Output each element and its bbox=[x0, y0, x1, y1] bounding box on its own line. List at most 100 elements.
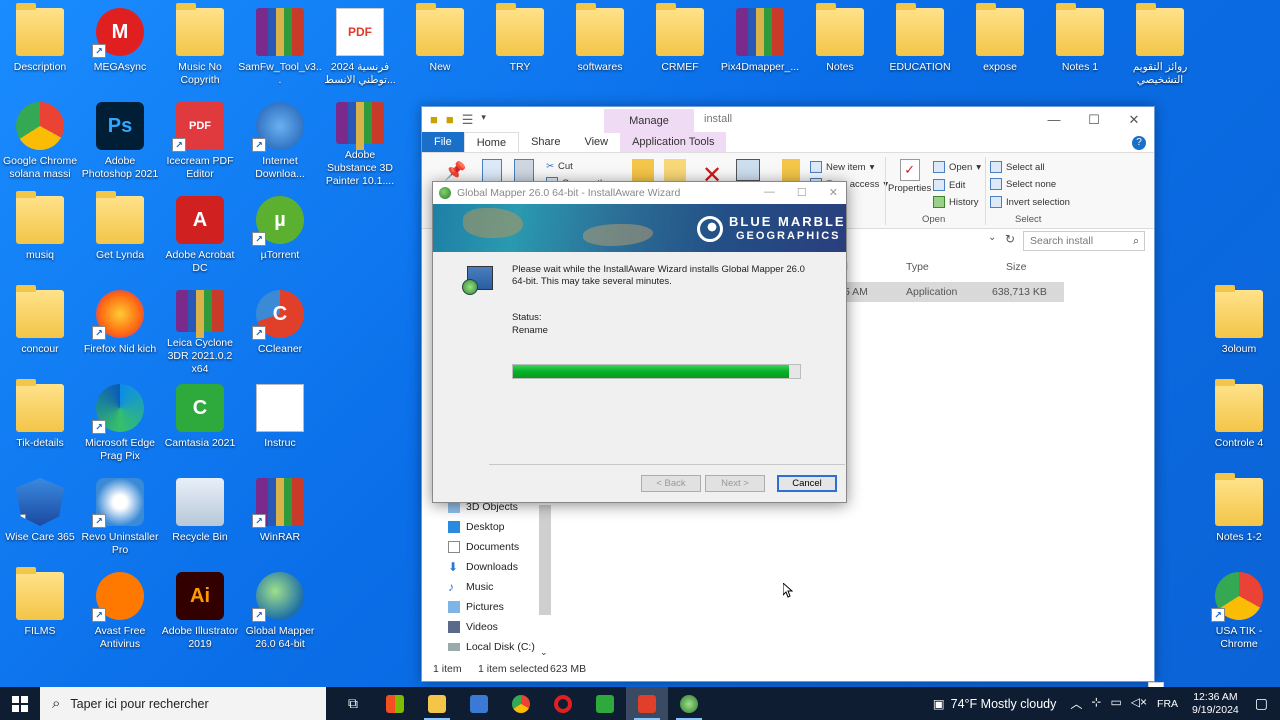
history-button[interactable]: History bbox=[933, 196, 979, 208]
desktop-icon-adobe-photoshop-2021[interactable]: Ps Adobe Photoshop 2021 bbox=[80, 98, 160, 188]
desktop-icon-musiq[interactable]: musiq bbox=[0, 191, 80, 282]
desktop-icon-leica-cyclone-3dr-2021-0-2-x64[interactable]: Leica Cyclone 3DR 2021.0.2 x64 bbox=[160, 286, 240, 376]
maximize-button[interactable]: ☐ bbox=[797, 186, 807, 199]
desktop-icon-tik-details[interactable]: Tik-details bbox=[0, 379, 80, 470]
desktop-icon-microsoft-edge-prag-pix[interactable]: Microsoft Edge Prag Pix bbox=[80, 380, 160, 470]
tab-file[interactable]: File bbox=[422, 132, 464, 152]
manage-tab[interactable]: Manage bbox=[604, 109, 694, 133]
volume-icon[interactable]: ◁× bbox=[1131, 695, 1147, 712]
desktop-icon-education[interactable]: EDUCATION bbox=[880, 3, 960, 94]
desktop-icon-google-chrome-solana-massi[interactable]: Google Chrome solana massi bbox=[0, 98, 80, 188]
taskbar-global-mapper[interactable] bbox=[668, 687, 710, 720]
rename-icon[interactable] bbox=[736, 159, 760, 181]
properties-icon[interactable]: ☰ bbox=[462, 112, 474, 128]
taskbar-file-explorer[interactable] bbox=[416, 687, 458, 720]
next-button[interactable]: Next > bbox=[705, 475, 765, 492]
desktop-icon-concour[interactable]: concour bbox=[0, 285, 80, 376]
tab-share[interactable]: Share bbox=[519, 132, 572, 152]
taskbar-search-input[interactable]: ⌕ Taper ici pour rechercher bbox=[40, 687, 326, 720]
desktop-icon-internet-downloa[interactable]: Internet Downloa... bbox=[240, 98, 320, 188]
desktop-icon-samfw-tool-v3[interactable]: SamFw_Tool_v3... bbox=[238, 4, 322, 94]
desktop-icon-expose[interactable]: expose bbox=[960, 3, 1040, 94]
language-indicator[interactable]: FRA bbox=[1157, 698, 1178, 710]
desktop-icon-wise-care-365[interactable]: Wise Care 365 bbox=[0, 474, 80, 564]
cancel-button[interactable]: Cancel bbox=[777, 475, 837, 492]
nav-item-local-disk[interactable]: Local Disk (C:) bbox=[448, 637, 548, 657]
minimize-button[interactable]: — bbox=[764, 186, 775, 199]
chevron-down-icon[interactable]: ⌄ bbox=[988, 232, 996, 243]
desktop-icon-crmef[interactable]: CRMEF bbox=[640, 3, 720, 94]
desktop-icon-new[interactable]: New bbox=[400, 3, 480, 94]
back-button[interactable]: < Back bbox=[641, 475, 701, 492]
desktop-icon-music-no-copyrith[interactable]: Music No Copyrith bbox=[160, 3, 240, 94]
chevron-down-icon[interactable]: ▾ bbox=[481, 112, 486, 128]
close-button[interactable]: ✕ bbox=[1114, 107, 1154, 133]
nav-item-videos[interactable]: Videos bbox=[448, 617, 548, 637]
open-button[interactable]: Open ▾ bbox=[933, 161, 981, 173]
desktop-icon-instruc[interactable]: Instruc bbox=[240, 380, 320, 470]
desktop-icon-notes[interactable]: Notes bbox=[800, 3, 880, 94]
desktop-icon-softwares[interactable]: softwares bbox=[560, 3, 640, 94]
desktop-icon-adobe-acrobat-dc[interactable]: A Adobe Acrobat DC bbox=[160, 192, 240, 282]
desktop-icon-adobe-illustrator-2019[interactable]: Ai Adobe Illustrator 2019 bbox=[160, 568, 240, 658]
taskbar-store[interactable] bbox=[374, 687, 416, 720]
battery-icon[interactable]: ▭ bbox=[1110, 695, 1121, 712]
new-item-button[interactable]: New item ▾ bbox=[810, 161, 874, 173]
desktop-icon-revo-uninstaller-pro[interactable]: Revo Uninstaller Pro bbox=[80, 474, 160, 564]
column-size[interactable]: Size bbox=[1006, 261, 1026, 273]
weather-widget[interactable]: ▣ 74°F Mostly cloudy bbox=[933, 696, 1057, 712]
scroll-down-arrow[interactable]: ⌄ bbox=[540, 647, 548, 658]
taskbar-mail[interactable] bbox=[458, 687, 500, 720]
network-icon[interactable]: ⊹ bbox=[1091, 695, 1101, 712]
desktop-icon-[interactable]: روائز التقويم التشخيصي bbox=[1120, 3, 1200, 94]
edit-button[interactable]: Edit bbox=[933, 179, 965, 191]
desktop-icon-description[interactable]: Description bbox=[0, 3, 80, 94]
chevron-up-icon[interactable]: ︿ bbox=[1070, 695, 1082, 712]
nav-item-desktop[interactable]: Desktop bbox=[448, 517, 548, 537]
close-button[interactable]: ✕ bbox=[829, 186, 838, 199]
taskbar-camtasia[interactable] bbox=[584, 687, 626, 720]
desktop-icon-global-mapper-26-0-64-bit[interactable]: Global Mapper 26.0 64-bit bbox=[240, 568, 320, 658]
column-type[interactable]: Type bbox=[906, 261, 929, 273]
nav-item-documents[interactable]: Documents bbox=[448, 537, 548, 557]
desktop-icon-recycle-bin[interactable]: Recycle Bin bbox=[160, 474, 240, 564]
copy-icon[interactable] bbox=[482, 159, 502, 183]
notification-icon[interactable]: ▢ bbox=[1255, 695, 1268, 712]
desktop-icon-adobe-substance-3d-painter-10-1[interactable]: Adobe Substance 3D Painter 10.1.... bbox=[320, 98, 400, 188]
select-all-button[interactable]: Select all bbox=[990, 161, 1045, 173]
task-view-button[interactable]: ⧉ bbox=[332, 687, 374, 720]
nav-item-pictures[interactable]: Pictures bbox=[448, 597, 548, 617]
maximize-button[interactable]: ☐ bbox=[1074, 107, 1114, 133]
help-icon[interactable]: ? bbox=[1132, 136, 1146, 150]
select-none-button[interactable]: Select none bbox=[990, 178, 1056, 190]
properties-button[interactable]: ✓ Properties bbox=[888, 159, 931, 194]
desktop-icon-films[interactable]: FILMS bbox=[0, 567, 80, 658]
taskbar-chrome[interactable] bbox=[500, 687, 542, 720]
desktop-icon-torrent[interactable]: µ µTorrent bbox=[240, 192, 320, 282]
desktop-icon-get-lynda[interactable]: Get Lynda bbox=[80, 191, 160, 282]
tab-application-tools[interactable]: Application Tools bbox=[620, 132, 727, 152]
refresh-icon[interactable]: ↻ bbox=[1005, 232, 1015, 246]
desktop-icon-winrar[interactable]: WinRAR bbox=[240, 474, 320, 564]
pin-icon[interactable]: 📌 bbox=[444, 161, 466, 182]
invert-selection-button[interactable]: Invert selection bbox=[990, 196, 1070, 208]
desktop-icon-try[interactable]: TRY bbox=[480, 3, 560, 94]
nav-item-downloads[interactable]: ⬇ Downloads bbox=[448, 557, 548, 577]
minimize-button[interactable]: — bbox=[1034, 107, 1074, 133]
start-button[interactable] bbox=[0, 687, 40, 720]
desktop-icon-icecream-pdf-editor[interactable]: PDF Icecream PDF Editor bbox=[160, 98, 240, 188]
desktop-icon-controle-4[interactable]: Controle 4 bbox=[1199, 379, 1279, 470]
desktop-icon-camtasia-2021[interactable]: C Camtasia 2021 bbox=[160, 380, 240, 470]
taskbar-opera[interactable] bbox=[542, 687, 584, 720]
folder-icon[interactable]: ■ bbox=[446, 112, 454, 128]
search-input[interactable]: Search install ⌕ bbox=[1023, 231, 1145, 251]
desktop-icon-megasync[interactable]: M MEGAsync bbox=[80, 4, 160, 94]
tab-view[interactable]: View bbox=[572, 132, 620, 152]
desktop-icon-ccleaner[interactable]: C CCleaner bbox=[240, 286, 320, 376]
nav-item-music[interactable]: ♪ Music bbox=[448, 577, 548, 597]
desktop-icon-avast-free-antivirus[interactable]: Avast Free Antivirus bbox=[80, 568, 160, 658]
scrollbar[interactable] bbox=[539, 505, 551, 615]
desktop-icon-pix4dmapper[interactable]: Pix4Dmapper_... bbox=[720, 4, 800, 94]
desktop-icon-usa-tik-chrome[interactable]: USA TIK - Chrome bbox=[1199, 568, 1279, 658]
desktop-icon-firefox-nid-kich[interactable]: Firefox Nid kich bbox=[80, 286, 160, 376]
